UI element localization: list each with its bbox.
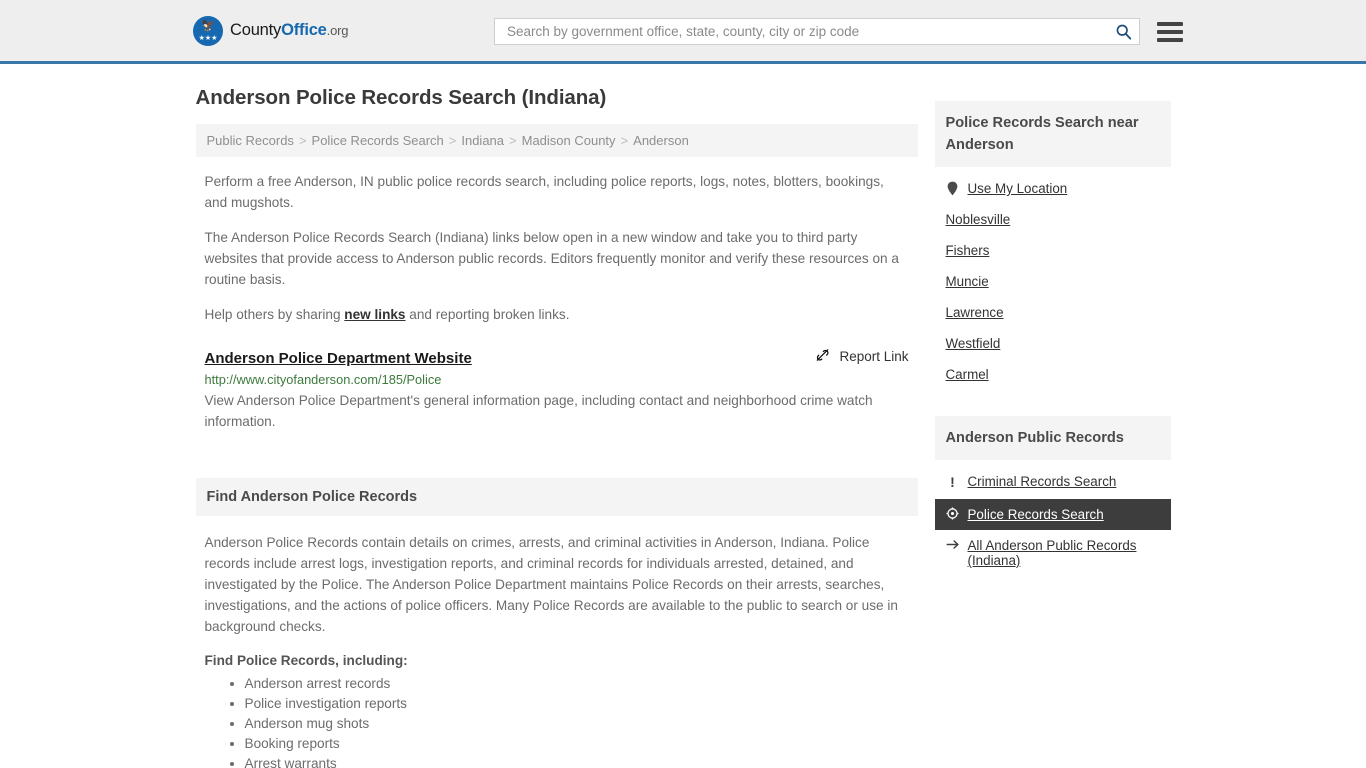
crosshair-icon bbox=[946, 507, 960, 520]
site-header: 🦅 ★★★ CountyOffice.org bbox=[0, 0, 1366, 64]
breadcrumb-separator: > bbox=[448, 133, 457, 148]
public-records-card: Anderson Public Records ! Criminal Recor… bbox=[934, 416, 1171, 576]
find-records-section-body: Anderson Police Records contain details … bbox=[196, 516, 918, 768]
public-records-heading: Anderson Public Records bbox=[934, 416, 1171, 460]
sidebar-item-label[interactable]: Carmel bbox=[946, 367, 989, 382]
search-box[interactable] bbox=[494, 18, 1140, 45]
breadcrumb-item-0[interactable]: Public Records bbox=[207, 133, 294, 148]
sidebar-item-label[interactable]: Lawrence bbox=[946, 305, 1004, 320]
find-records-list: Anderson arrest records Police investiga… bbox=[205, 674, 909, 768]
sidebar: Police Records Search near Anderson Use … bbox=[934, 86, 1171, 588]
help-prefix: Help others by sharing bbox=[204, 307, 345, 322]
arrow-right-icon bbox=[946, 538, 960, 551]
breadcrumb-item-3[interactable]: Madison County bbox=[522, 133, 616, 148]
logo-text-tld: .org bbox=[326, 23, 349, 38]
intro-paragraph-1: Perform a free Anderson, IN public polic… bbox=[204, 174, 884, 210]
report-link-label: Report Link bbox=[839, 349, 909, 364]
result-header: Anderson Police Department Website Repor… bbox=[205, 347, 909, 367]
result-description: View Anderson Police Department's genera… bbox=[204, 393, 873, 429]
hamburger-bar bbox=[1157, 21, 1183, 26]
list-item: Anderson mug shots bbox=[245, 714, 909, 734]
header-search-area bbox=[494, 18, 1183, 45]
sidebar-item-label[interactable]: Use My Location bbox=[968, 181, 1068, 196]
sidebar-item-lawrence[interactable]: Lawrence bbox=[935, 297, 1171, 328]
hamburger-bar bbox=[1157, 29, 1183, 34]
sidebar-item-label[interactable]: All Anderson Public Records (Indiana) bbox=[968, 538, 1160, 568]
list-item: Police investigation reports bbox=[245, 694, 909, 714]
page-title: Anderson Police Records Search (Indiana) bbox=[195, 86, 607, 109]
find-records-list-heading: Find Police Records, including: bbox=[204, 653, 408, 668]
main-column: Anderson Police Records Search (Indiana)… bbox=[195, 86, 918, 768]
result-block: Anderson Police Department Website Repor… bbox=[196, 347, 918, 432]
sidebar-item-police-records-search[interactable]: Police Records Search bbox=[934, 499, 1171, 530]
list-item: Booking reports bbox=[245, 734, 909, 754]
nearby-search-heading: Police Records Search near Anderson bbox=[934, 101, 1171, 167]
public-records-list: ! Criminal Records Search Police Records… bbox=[934, 460, 1171, 576]
logo-text-office: Office bbox=[281, 21, 327, 39]
sidebar-item-muncie[interactable]: Muncie bbox=[935, 266, 1171, 297]
breadcrumb-item-4[interactable]: Anderson bbox=[633, 133, 689, 148]
sidebar-item-all-public-records[interactable]: All Anderson Public Records (Indiana) bbox=[935, 530, 1171, 576]
intro-paragraph-2: The Anderson Police Records Search (Indi… bbox=[204, 230, 899, 287]
hamburger-menu-icon[interactable] bbox=[1157, 21, 1183, 42]
help-suffix: and reporting broken links. bbox=[405, 307, 570, 322]
map-pin-icon bbox=[946, 181, 960, 196]
sidebar-item-noblesville[interactable]: Noblesville bbox=[935, 204, 1171, 235]
eagle-shield-logo-icon: 🦅 ★★★ bbox=[193, 15, 223, 46]
breadcrumb-separator: > bbox=[509, 133, 517, 148]
logo-text: CountyOffice.org bbox=[230, 21, 348, 40]
hamburger-bar bbox=[1157, 37, 1183, 42]
sidebar-item-carmel[interactable]: Carmel bbox=[935, 359, 1171, 390]
sidebar-item-label[interactable]: Noblesville bbox=[946, 212, 1011, 227]
breadcrumb-separator: > bbox=[298, 133, 307, 148]
sidebar-item-label[interactable]: Westfield bbox=[946, 336, 1001, 351]
nearby-search-list: Use My Location Noblesville Fishers Munc… bbox=[935, 167, 1171, 390]
exclamation-icon: ! bbox=[950, 474, 955, 490]
search-input[interactable] bbox=[505, 23, 1113, 40]
broken-link-icon bbox=[814, 347, 831, 366]
list-item: Anderson arrest records bbox=[245, 674, 909, 694]
help-paragraph: Help others by sharing new links and rep… bbox=[196, 304, 918, 325]
breadcrumb: Public Records > Police Records Search > Ind… bbox=[195, 124, 918, 157]
sidebar-item-use-my-location[interactable]: Use My Location bbox=[935, 173, 1171, 204]
search-icon[interactable] bbox=[1113, 22, 1133, 42]
report-link-button[interactable]: Report Link bbox=[814, 347, 909, 366]
breadcrumb-separator: > bbox=[620, 133, 629, 148]
sidebar-item-westfield[interactable]: Westfield bbox=[935, 328, 1171, 359]
sidebar-item-fishers[interactable]: Fishers bbox=[935, 235, 1171, 266]
result-title-link[interactable]: Anderson Police Department Website bbox=[205, 350, 472, 367]
result-url[interactable]: http://www.cityofanderson.com/185/Police bbox=[205, 372, 909, 387]
list-item: Arrest warrants bbox=[245, 754, 909, 768]
sidebar-item-label[interactable]: Criminal Records Search bbox=[968, 474, 1117, 489]
site-logo[interactable]: 🦅 ★★★ CountyOffice.org bbox=[193, 15, 348, 46]
breadcrumb-item-1[interactable]: Police Records Search bbox=[312, 133, 444, 148]
logo-text-county: County bbox=[230, 21, 282, 39]
sidebar-item-label[interactable]: Police Records Search bbox=[968, 507, 1104, 522]
sidebar-item-label[interactable]: Muncie bbox=[946, 274, 989, 289]
sidebar-item-criminal-records-search[interactable]: ! Criminal Records Search bbox=[935, 466, 1171, 499]
page-content: Anderson Police Records Search (Indiana)… bbox=[0, 64, 1366, 768]
sidebar-item-label[interactable]: Fishers bbox=[946, 243, 990, 258]
find-records-paragraph: Anderson Police Records contain details … bbox=[204, 535, 898, 634]
breadcrumb-item-2[interactable]: Indiana bbox=[461, 133, 504, 148]
find-records-section-heading: Find Anderson Police Records bbox=[195, 478, 918, 516]
new-links-link[interactable]: new links bbox=[344, 307, 405, 322]
nearby-search-card: Police Records Search near Anderson Use … bbox=[934, 101, 1171, 390]
